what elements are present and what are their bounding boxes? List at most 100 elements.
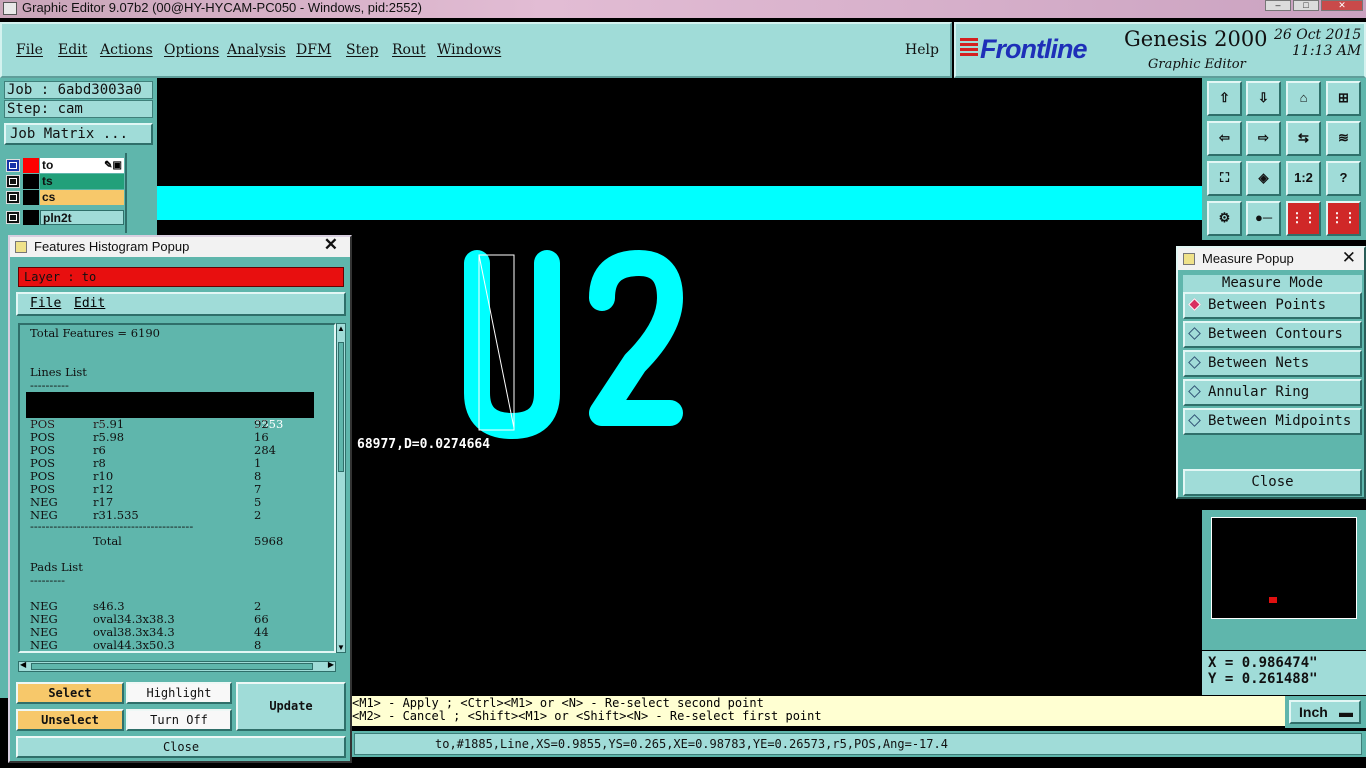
window-title-bar: Graphic Editor 9.07b2 (00@HY-HYCAM-PC050… <box>0 0 1366 18</box>
move-left-icon[interactable]: ⇦ <box>1207 121 1242 156</box>
view-toolbar: ⇧ ⇩ ⌂ ⊞ ⇦ ⇨ ⇆ ≋ ⛶ ◈ 1:2 ? ⚙ ●─ ⋮⋮ ⋮⋮ <box>1202 78 1366 240</box>
menu-help[interactable]: Help <box>905 42 939 58</box>
horizontal-scrollbar[interactable]: ◀ ▶ <box>18 660 336 672</box>
cursor-coordinates: X = 0.986474" Y = 0.261488" <box>1202 651 1366 695</box>
layer-row-cs[interactable]: cs <box>6 190 124 205</box>
layer-row-ts[interactable]: ts <box>6 174 124 189</box>
home-icon[interactable]: ⌂ <box>1286 81 1321 116</box>
separator-line: ----------------------------------------… <box>30 519 194 533</box>
menu-analysis[interactable]: Analysis <box>227 42 286 58</box>
brand-logo: Frontline <box>980 34 1087 64</box>
scroll-thumb[interactable] <box>31 663 313 670</box>
histogram-menu: File Edit <box>16 292 346 316</box>
radio-icon <box>1188 356 1201 369</box>
mode-between-contours[interactable]: Between Contours <box>1183 321 1362 348</box>
mode-label: Between Points <box>1208 297 1327 313</box>
menu-file[interactable]: File <box>16 42 43 58</box>
menu-rout[interactable]: Rout <box>392 42 426 58</box>
layer-checkbox[interactable] <box>6 211 20 224</box>
date-text: 26 Oct 2015 <box>1273 27 1362 43</box>
netlist-red-icon[interactable]: ⋮⋮ <box>1326 201 1361 236</box>
scroll-down-icon[interactable]: ▼ <box>337 643 345 652</box>
measure-popup-titlebar: Measure Popup ✕ <box>1178 248 1364 270</box>
scroll-left-icon[interactable]: ◀ <box>20 660 26 669</box>
dropdown-icon: ▬ <box>1339 704 1353 720</box>
menu-step[interactable]: Step <box>346 42 378 58</box>
zoom-fit-icon[interactable]: ⛶ <box>1207 161 1242 196</box>
close-icon[interactable]: ✕ <box>324 235 338 255</box>
swap-icon[interactable]: ⇆ <box>1286 121 1321 156</box>
mode-annular-ring[interactable]: Annular Ring <box>1183 379 1362 406</box>
histogram-menu-edit[interactable]: Edit <box>74 294 105 314</box>
histogram-menu-file[interactable]: File <box>30 294 61 314</box>
mode-label: Between Contours <box>1208 326 1343 342</box>
layer-list-scroll[interactable] <box>125 153 155 233</box>
layer-checkbox[interactable] <box>6 191 20 204</box>
layer-checkbox[interactable] <box>6 175 20 188</box>
features-histogram-popup: Features Histogram Popup ✕ Layer : to Fi… <box>8 235 352 763</box>
popup-icon <box>1183 253 1195 265</box>
job-matrix-button[interactable]: Job Matrix ... <box>4 123 153 145</box>
select-button[interactable]: Select <box>16 682 124 704</box>
netlist-icon[interactable]: ⋮⋮ <box>1286 201 1321 236</box>
silkscreen-2-glyph <box>589 250 683 426</box>
close-window-button[interactable]: ✕ <box>1321 0 1363 11</box>
highlight-button[interactable]: Highlight <box>126 682 232 704</box>
snap-icon[interactable]: ≋ <box>1326 121 1361 156</box>
mode-label: Annular Ring <box>1208 384 1310 400</box>
x-coordinate: X = 0.986474" <box>1208 655 1318 671</box>
job-label: Job : 6abd3003a0 <box>4 81 153 99</box>
measure-mode-header: Measure Mode <box>1183 275 1362 292</box>
one-to-one-icon[interactable]: 1:2 <box>1286 161 1321 196</box>
grid-view-icon[interactable]: ⊞ <box>1326 81 1361 116</box>
measure-popup-title: Measure Popup <box>1202 251 1294 266</box>
units-dropdown[interactable]: Inch ▬ <box>1289 700 1361 724</box>
layer-row-to[interactable]: to ✎▣ <box>6 158 124 173</box>
maximize-button[interactable]: □ <box>1293 0 1319 11</box>
mode-between-nets[interactable]: Between Nets <box>1183 350 1362 377</box>
date-time: 26 Oct 2015 11:13 AM <box>1264 27 1361 59</box>
scroll-thumb[interactable] <box>338 342 344 472</box>
tools-icon[interactable]: ⚙ <box>1207 201 1242 236</box>
list-item[interactable]: POS r5 5553 <box>26 405 314 431</box>
scroll-right-icon[interactable]: ▶ <box>328 660 334 669</box>
menu-windows[interactable]: Windows <box>437 42 501 58</box>
menu-options[interactable]: Options <box>164 42 219 58</box>
histogram-layer-label: Layer : to <box>18 267 344 287</box>
scroll-up-icon[interactable]: ▲ <box>337 324 345 333</box>
brand-panel: Frontline Genesis 2000 Graphic Editor 26… <box>954 22 1366 78</box>
move-up-icon[interactable]: ⇧ <box>1207 81 1242 116</box>
total-features: Total Features = 6190 <box>30 326 160 340</box>
menu-edit[interactable]: Edit <box>58 42 87 58</box>
histogram-close-button[interactable]: Close <box>16 736 346 758</box>
layer-checkbox[interactable] <box>6 159 20 172</box>
help-icon[interactable]: ? <box>1326 161 1361 196</box>
silkscreen-u-glyph <box>464 250 560 440</box>
menu-actions[interactable]: Actions <box>100 42 153 58</box>
copper-trace <box>157 186 1202 220</box>
measure-close-button[interactable]: Close <box>1183 469 1362 496</box>
histogram-title: Features Histogram Popup <box>34 239 190 254</box>
probe-icon[interactable]: ●─ <box>1246 201 1281 236</box>
pads-list-underline: --------- <box>30 573 65 587</box>
layer-name: ts <box>40 174 124 189</box>
overview-map[interactable] <box>1211 517 1357 619</box>
mode-between-points[interactable]: Between Points <box>1183 292 1362 319</box>
measure-readout: 68977,D=0.0274664 <box>357 437 491 452</box>
mode-between-midpoints[interactable]: Between Midpoints <box>1183 408 1362 435</box>
layer-row-pln2t[interactable]: pln2t <box>6 210 124 225</box>
layer-color-swatch <box>23 174 39 189</box>
menu-dfm[interactable]: DFM <box>296 42 331 58</box>
histogram-list[interactable]: Total Features = 6190 Lines List -------… <box>18 323 336 653</box>
vertical-scrollbar[interactable]: ▲ ▼ <box>336 323 346 653</box>
layer-color-swatch <box>23 190 39 205</box>
overview-panel <box>1202 510 1366 650</box>
minimize-button[interactable]: – <box>1265 0 1291 11</box>
zoom-center-icon[interactable]: ◈ <box>1246 161 1281 196</box>
move-down-icon[interactable]: ⇩ <box>1246 81 1281 116</box>
close-icon[interactable]: ✕ <box>1342 247 1356 269</box>
turn-off-button[interactable]: Turn Off <box>126 709 232 731</box>
unselect-button[interactable]: Unselect <box>16 709 124 731</box>
update-button[interactable]: Update <box>236 682 346 731</box>
move-right-icon[interactable]: ⇨ <box>1246 121 1281 156</box>
